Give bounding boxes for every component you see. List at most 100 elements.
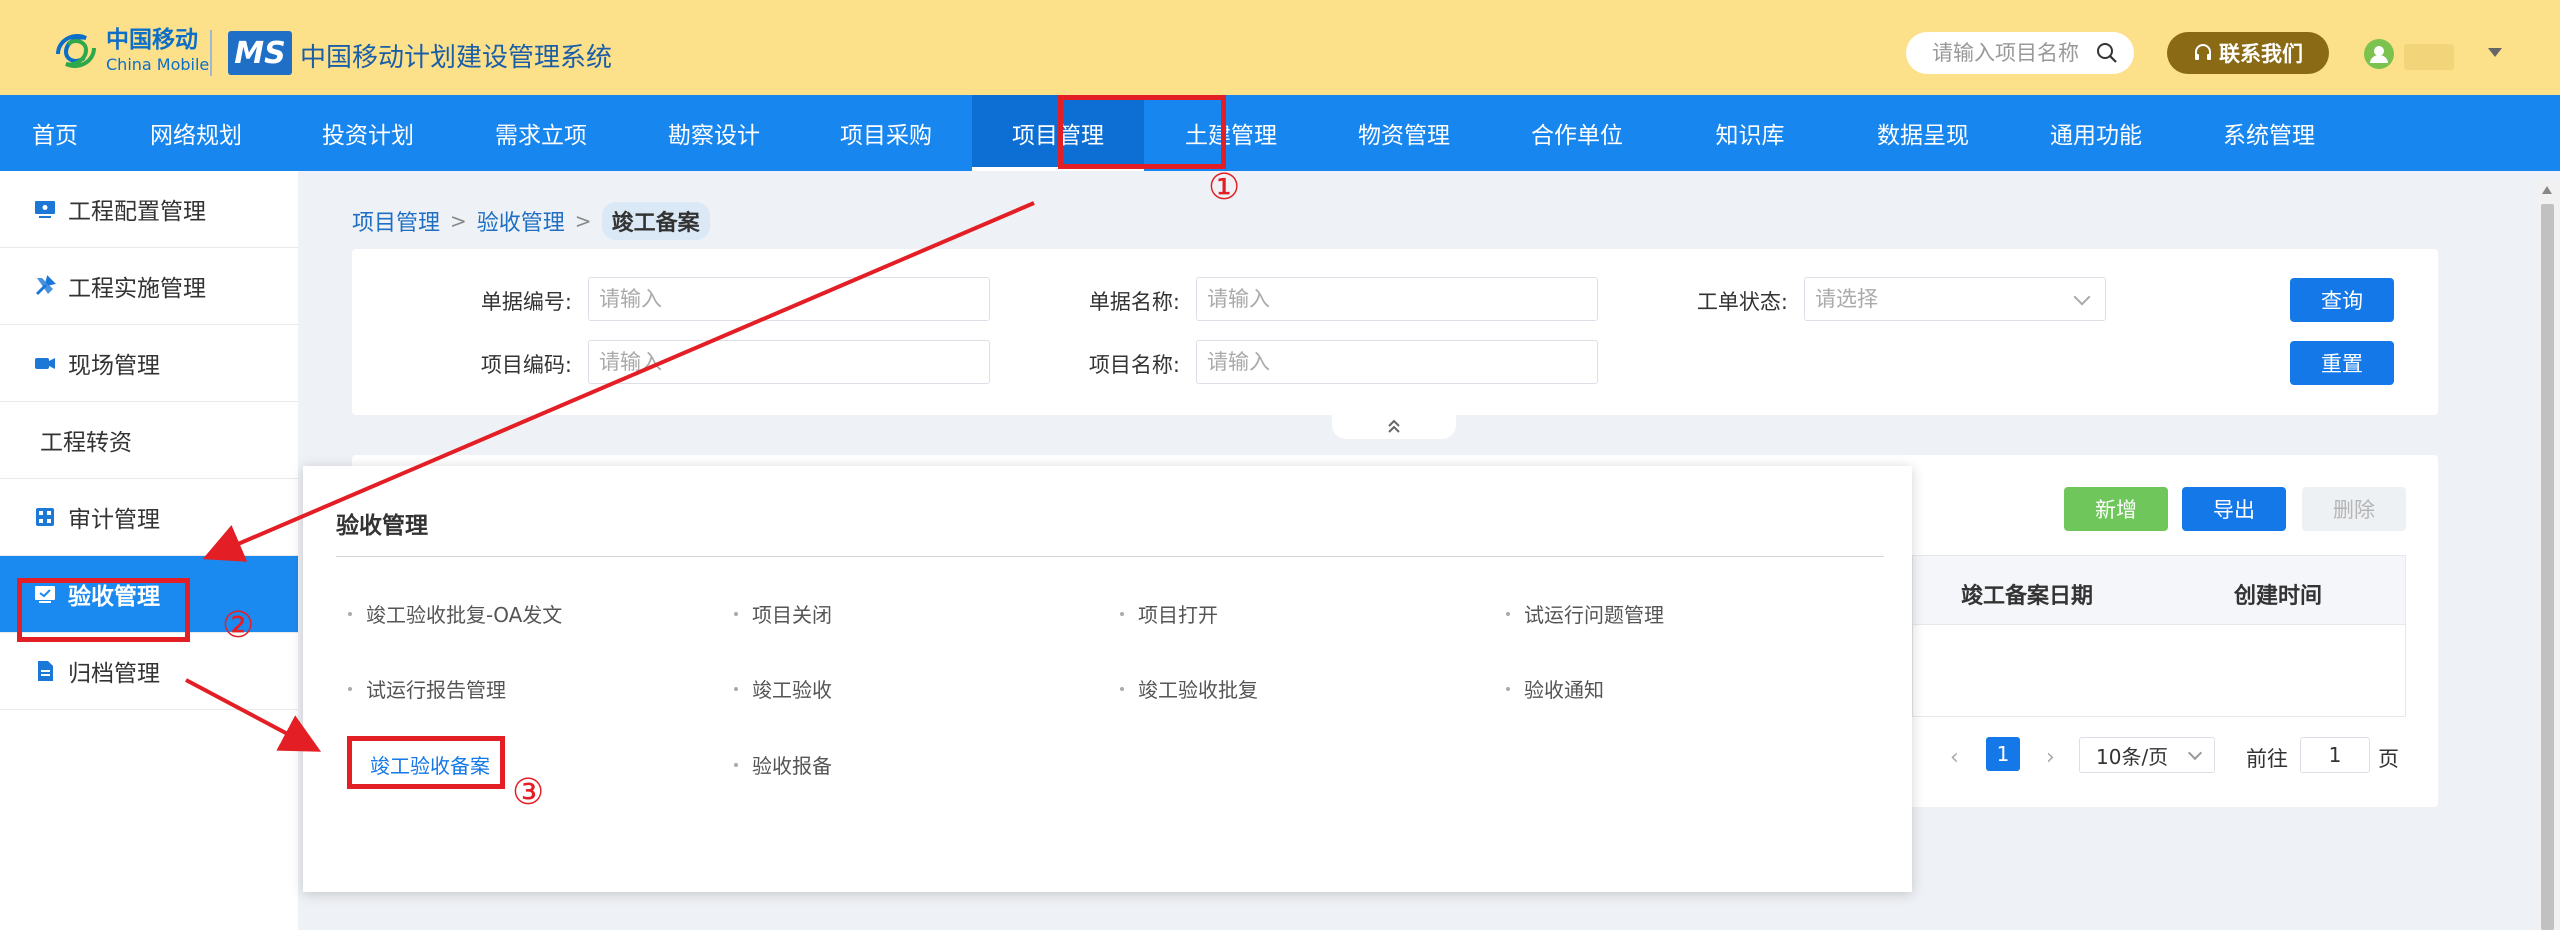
next-page-icon[interactable]: › [2046,745,2055,770]
user-avatar[interactable] [2364,39,2394,69]
sidebar-item-asset-transfer[interactable]: 工程转资 [0,402,298,479]
nav-common-functions[interactable]: 通用功能 [2010,95,2182,171]
delete-button[interactable]: 删除 [2302,487,2406,531]
nav-system-management[interactable]: 系统管理 [2182,95,2356,171]
submenu-item-label: 验收通知 [1524,678,1604,702]
calculator-icon [36,508,54,526]
contact-us-button[interactable]: 联系我们 [2167,32,2329,74]
bullet-icon [348,686,352,691]
submenu-item-completion-filing[interactable]: 竣工验收备案 [370,750,490,779]
column-header-completion-date[interactable]: 竣工备案日期 [1961,578,2093,610]
export-button[interactable]: 导出 [2182,487,2286,531]
nav-project-procurement[interactable]: 项目采购 [800,95,972,171]
brand-cn: 中国移动 [106,27,198,53]
tools-icon [35,275,56,296]
submenu-item-project-close[interactable]: 项目关闭 [734,599,832,628]
screen-check-icon [35,586,55,603]
nav-knowledge-base[interactable]: 知识库 [1664,95,1836,171]
column-header-created-time[interactable]: 创建时间 [2234,578,2322,610]
user-menu-caret-icon[interactable] [2488,48,2502,57]
doc-name-input[interactable] [1196,277,1598,321]
nav-partners[interactable]: 合作单位 [1490,95,1664,171]
page-scrollbar[interactable] [2535,180,2560,930]
project-code-input[interactable] [588,340,990,384]
query-button[interactable]: 查询 [2290,278,2394,322]
project-code-label: 项目编码: [480,353,572,377]
step-1-marker: ① [1208,167,1241,208]
step-2-marker: ② [222,605,255,646]
bullet-icon [1506,611,1510,616]
nav-survey-design[interactable]: 勘察设计 [628,95,800,171]
sidebar-item-label: 工程实施管理 [68,276,206,302]
submenu-item-label: 项目关闭 [752,603,832,627]
breadcrumb-acceptance-management[interactable]: 验收管理 [477,205,565,237]
status-select[interactable] [1804,277,2106,321]
nav-data-presentation[interactable]: 数据呈现 [1836,95,2010,171]
submenu-item-completion-approval[interactable]: 竣工验收批复 [1120,674,1258,703]
doc-no-label: 单据编号: [480,290,572,314]
project-search[interactable] [1906,32,2134,74]
china-mobile-swirl-icon [56,34,96,68]
goto-prefix: 前往 [2246,747,2288,771]
table-header: 竣工备案日期 创建时间 [1912,555,2406,625]
submenu-item-trial-issue-management[interactable]: 试运行问题管理 [1506,599,1664,628]
camera-icon [35,358,55,369]
user-name-redacted[interactable] [2404,44,2454,70]
submenu-item-completion-acceptance[interactable]: 竣工验收 [734,674,832,703]
contact-us-label: 联系我们 [2219,42,2303,66]
submenu-item-acceptance-report[interactable]: 验收报备 [734,750,832,779]
bullet-icon [1120,686,1124,691]
sidebar-item-site-management[interactable]: 现场管理 [0,325,298,402]
sidebar-item-engineering-implementation[interactable]: 工程实施管理 [0,248,298,325]
submenu-item-acceptance-notice[interactable]: 验收通知 [1506,674,1604,703]
prev-page-icon[interactable]: ‹ [1950,745,1959,770]
submenu-item-label: 试运行问题管理 [1524,603,1664,627]
nav-home[interactable]: 首页 [0,95,110,171]
submenu-item-project-open[interactable]: 项目打开 [1120,599,1218,628]
submenu-item-completion-approval-oa[interactable]: 竣工验收批复-OA发文 [348,599,562,628]
page-size-value: 10条/页 [2096,744,2169,769]
status-select-input[interactable] [1804,277,2106,321]
search-icon[interactable] [2096,42,2118,64]
sidebar-item-label: 验收管理 [68,584,160,610]
page-number-button[interactable]: 1 [1986,737,2020,771]
top-header: 中国移动 China Mobile MS 中国移动计划建设管理系统 联系我们 [0,0,2560,95]
sidebar-item-audit[interactable]: 审计管理 [0,479,298,556]
breadcrumb-separator-icon: > [450,209,467,233]
goto-suffix: 页 [2378,747,2399,771]
chevron-down-icon [2187,745,2203,761]
nav-material-management[interactable]: 物资管理 [1318,95,1490,171]
sidebar-item-label: 归档管理 [68,661,160,687]
bullet-icon [348,611,352,616]
nav-investment-plan[interactable]: 投资计划 [282,95,454,171]
collapse-filter-toggle[interactable] [1332,413,1456,439]
sidebar-item-engineering-config[interactable]: 工程配置管理 [0,171,298,248]
reset-button[interactable]: 重置 [2290,341,2394,385]
doc-no-input[interactable] [588,277,990,321]
add-button[interactable]: 新增 [2064,487,2168,531]
table-body [1912,625,2406,717]
submenu-title: 验收管理 [336,513,428,539]
submenu-item-trial-report-management[interactable]: 试运行报告管理 [348,674,506,703]
sidebar: 工程配置管理 工程实施管理 现场管理 工程转资 审计管理 验收管理 归档管理 [0,171,298,930]
goto-page-input[interactable] [2300,737,2370,773]
submenu-item-label: 竣工验收批复 [1138,678,1258,702]
document-icon [38,661,53,681]
double-chevron-up-icon [1388,419,1400,433]
doc-name-label: 单据名称: [1088,290,1180,314]
nav-civil-management[interactable]: 土建管理 [1144,95,1318,171]
project-search-input[interactable] [1932,41,2092,65]
scroll-thumb[interactable] [2541,204,2554,930]
bullet-icon [734,686,738,691]
nav-demand-approval[interactable]: 需求立项 [454,95,628,171]
step-3-marker: ③ [512,772,545,813]
breadcrumb-project-management[interactable]: 项目管理 [352,205,440,237]
scroll-up-arrow-icon[interactable] [2542,186,2552,194]
sidebar-item-label: 工程配置管理 [68,199,206,225]
nav-project-management[interactable]: 项目管理 [972,95,1144,171]
main-nav: 首页 网络规划 投资计划 需求立项 勘察设计 项目采购 项目管理 土建管理 物资… [0,95,2560,171]
nav-network-planning[interactable]: 网络规划 [110,95,282,171]
page-size-select[interactable]: 10条/页 [2079,737,2215,773]
submenu-item-label: 竣工验收 [752,678,832,702]
project-name-input[interactable] [1196,340,1598,384]
